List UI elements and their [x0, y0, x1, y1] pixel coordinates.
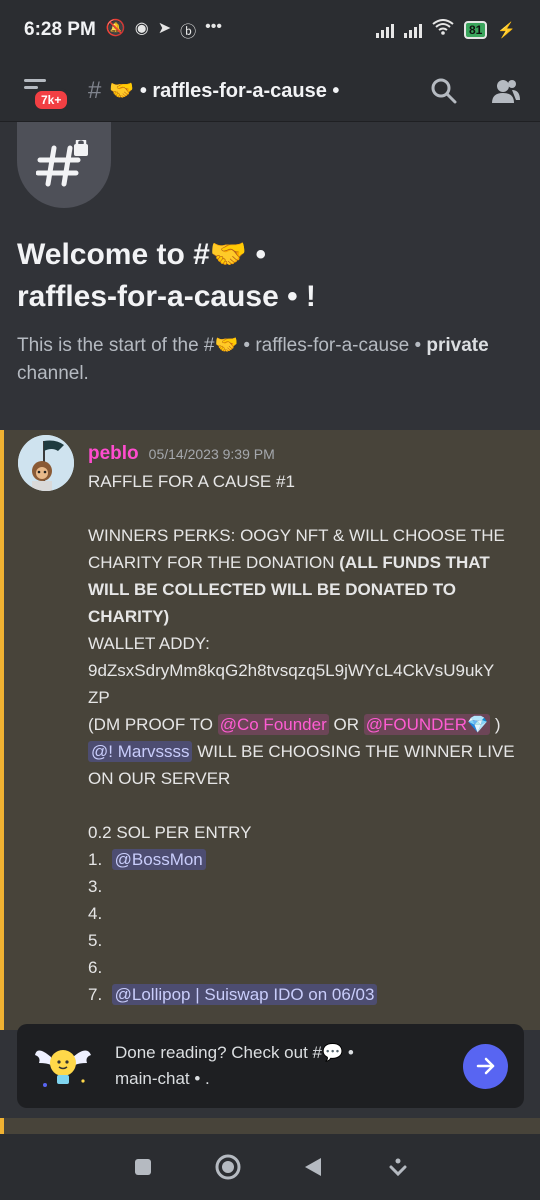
welcome-subtitle: This is the start of the #🤝 • raffles-fo… [17, 335, 489, 384]
highlighted-message[interactable]: peblo 05/14/2023 9:39 PM RAFFLE FOR A CA… [0, 430, 540, 1030]
signal-icon-2 [403, 22, 422, 38]
channel-lock-icon [17, 122, 111, 208]
avatar[interactable] [18, 435, 74, 491]
channel-welcome: Welcome to #🤝 • raffles-for-a-cause • ! … [0, 122, 540, 388]
mention-cofounder[interactable]: @Co Founder [217, 714, 329, 735]
message-author[interactable]: peblo [88, 440, 139, 467]
entry-price: 0.2 SOL PER ENTRY [88, 823, 252, 842]
back-icon[interactable] [298, 1152, 328, 1182]
signal-icon [375, 22, 394, 38]
hash-lock-icon: # [88, 76, 102, 104]
system-indicators: 81 ⚡ [375, 19, 516, 41]
channel-header: 7k+ # 🤝 • raffles-for-a-cause • [0, 60, 540, 122]
status-bar: 6:28 PM 🔕 ◉ ➤ ⓑ ••• 81 ⚡ [0, 0, 540, 60]
next-channel-banner[interactable]: Done reading? Check out #💬 • main-chat •… [17, 1024, 524, 1108]
recents-icon[interactable] [128, 1152, 158, 1182]
welcome-title: Welcome to #🤝 • raffles-for-a-cause • ! [17, 238, 316, 313]
message-timestamp: 05/14/2023 9:39 PM [148, 446, 275, 462]
arrow-right-icon[interactable] [463, 1043, 508, 1089]
search-icon[interactable] [430, 77, 458, 105]
discord-icon: ◉ [134, 20, 149, 37]
winged-lightbulb-icon [33, 1035, 95, 1097]
more-icon: ••• [205, 18, 222, 35]
message-continuation [0, 1118, 540, 1134]
coin-icon: ⓑ [180, 24, 197, 41]
list-item: 4. [88, 904, 103, 923]
message-title: RAFFLE FOR A CAUSE #1 [88, 472, 295, 491]
wallet-address: 9dZsxSdryMm8kqG2h8tvsqzq5L9jWYcL4CkVsU9u… [88, 661, 495, 680]
mention-bossmon[interactable]: @BossMon [111, 849, 206, 870]
system-nav-bar [0, 1134, 540, 1200]
notification-icons: 🔕 ◉ ➤ ⓑ ••• [106, 18, 222, 42]
menu-button[interactable]: 7k+ [20, 76, 71, 112]
unread-badge: 7k+ [32, 87, 71, 112]
charging-icon: ⚡ [497, 22, 516, 39]
channel-title[interactable]: 🤝 • raffles-for-a-cause • [109, 78, 339, 103]
banner-text: Done reading? Check out #💬 • main-chat •… [115, 1043, 354, 1088]
home-icon[interactable] [213, 1152, 243, 1182]
list-item: 7. @Lollipop | Suiswap IDO on 06/03 [88, 981, 526, 1008]
status-time: 6:28 PM [24, 19, 96, 40]
list-item: 6. [88, 958, 103, 977]
mention-founder[interactable]: @FOUNDER💎 [363, 714, 491, 735]
members-icon[interactable] [492, 77, 520, 105]
mute-icon: 🔕 [105, 20, 126, 37]
telegram-icon: ➤ [157, 20, 172, 37]
mention-lollipop[interactable]: @Lollipop | Suiswap IDO on 06/03 [111, 984, 378, 1005]
wifi-icon [432, 19, 454, 41]
list-item: 5. [88, 931, 103, 950]
list-item: 1. @BossMon [88, 846, 526, 873]
entries-list: 1. @BossMon 3. 4. 5. 6. 7. @Lollipop | S… [88, 846, 526, 1008]
list-item: 3. [88, 877, 103, 896]
message-content: peblo 05/14/2023 9:39 PM RAFFLE FOR A CA… [88, 440, 526, 1008]
mention-marvssss[interactable]: @! Marvssss [88, 741, 193, 762]
keyboard-hide-icon[interactable] [383, 1152, 413, 1182]
battery-icon: 81 [463, 21, 488, 39]
